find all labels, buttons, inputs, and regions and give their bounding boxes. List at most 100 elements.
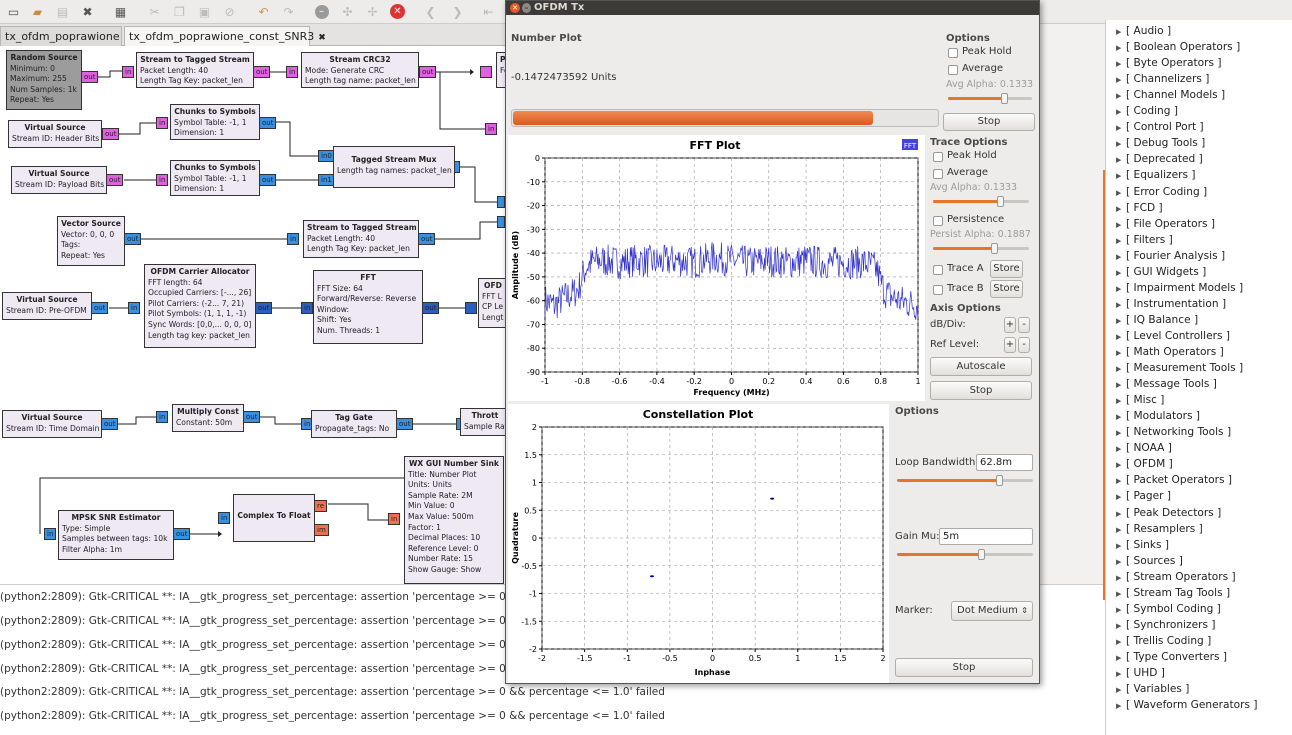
tree-item[interactable]: ▶[ Boolean Operators ] bbox=[1116, 41, 1240, 53]
trace-b-checkbox[interactable] bbox=[933, 285, 943, 295]
tree-item[interactable]: ▶[ Modulators ] bbox=[1116, 410, 1200, 422]
forward-icon[interactable]: ❯ bbox=[449, 3, 466, 20]
mpsk-snr-estimator-block[interactable]: MPSK SNR Estimator Type: Simple Samples … bbox=[58, 510, 174, 560]
expand-arrow-icon[interactable]: ▶ bbox=[1116, 301, 1123, 309]
chunks-to-symbols-block[interactable]: Chunks to Symbols Symbol Table: -1, 1 Di… bbox=[170, 104, 260, 140]
minimize-icon[interactable]: – bbox=[522, 3, 531, 13]
gain-mu-field[interactable]: 5m bbox=[939, 528, 1033, 545]
expand-arrow-icon[interactable]: ▶ bbox=[1116, 574, 1123, 582]
in-port[interactable]: in bbox=[122, 66, 135, 78]
close-icon[interactable]: ✖ bbox=[318, 33, 326, 43]
expand-arrow-icon[interactable]: ▶ bbox=[1116, 221, 1123, 229]
ofdm-cyclic-prefixer-block[interactable]: OFD FFT L CP Le Lengt bbox=[478, 278, 505, 328]
out-port[interactable]: out bbox=[91, 302, 109, 314]
tree-item[interactable]: ▶[ Peak Detectors ] bbox=[1116, 507, 1221, 519]
out-port[interactable]: out bbox=[418, 233, 436, 245]
window-titlebar[interactable]: ✕ – OFDM Tx bbox=[506, 1, 1039, 15]
tab-tx-ofdm-poprawione[interactable]: tx_ofdm_poprawione✖ bbox=[0, 26, 131, 46]
im-port[interactable]: im bbox=[314, 524, 329, 536]
peak-hold-checkbox[interactable] bbox=[933, 152, 943, 162]
tree-item[interactable]: ▶[ Deprecated ] bbox=[1116, 153, 1203, 165]
stream-to-tagged-stream-block[interactable]: Stream to Tagged Stream Packet Length: 4… bbox=[136, 52, 254, 88]
ofdm-carrier-allocator-block[interactable]: OFDM Carrier Allocator FFT length: 64 Oc… bbox=[144, 264, 256, 348]
expand-arrow-icon[interactable]: ▶ bbox=[1116, 381, 1123, 389]
expand-arrow-icon[interactable]: ▶ bbox=[1116, 445, 1123, 453]
tree-item[interactable]: ▶[ Measurement Tools ] bbox=[1116, 362, 1243, 374]
chunks-to-symbols-block[interactable]: Chunks to Symbols Symbol Table: -1, 1 Di… bbox=[170, 160, 260, 196]
out-port[interactable]: out bbox=[259, 117, 277, 129]
tree-item[interactable]: ▶[ Packet Operators ] bbox=[1116, 474, 1232, 486]
ref-level-minus-button[interactable]: - bbox=[1018, 337, 1030, 353]
constellation-stop-button[interactable]: Stop bbox=[895, 658, 1033, 677]
constellation-plot-panel[interactable]: Constellation Plot -2 -1.5 -1 -0.5 0 0.5 1 1.5 2 2… bbox=[508, 404, 889, 683]
back-icon[interactable]: ❮ bbox=[422, 3, 439, 20]
stream-crc32-block[interactable]: Stream CRC32 Mode: Generate CRC Length t… bbox=[301, 52, 419, 88]
out-port[interactable]: out bbox=[253, 66, 271, 78]
out-port[interactable]: out bbox=[396, 418, 414, 430]
expand-arrow-icon[interactable]: ▶ bbox=[1116, 28, 1123, 36]
expand-arrow-icon[interactable]: ▶ bbox=[1116, 590, 1123, 598]
virtual-source-header-block[interactable]: Virtual Source Stream ID: Header Bits bbox=[8, 120, 102, 148]
tree-item[interactable]: ▶[ Fourier Analysis ] bbox=[1116, 250, 1225, 262]
expand-arrow-icon[interactable]: ▶ bbox=[1116, 92, 1123, 100]
tab-tx-ofdm-poprawione-const-snr3[interactable]: tx_ofdm_poprawione_const_SNR3 ✖ bbox=[124, 26, 326, 46]
expand-arrow-icon[interactable]: ▶ bbox=[1116, 140, 1123, 148]
expand-arrow-icon[interactable]: ▶ bbox=[1116, 429, 1123, 437]
tree-item[interactable]: ▶[ FCD ] bbox=[1116, 202, 1163, 214]
tree-item[interactable]: ▶[ Variables ] bbox=[1116, 683, 1189, 695]
in-port[interactable]: in bbox=[156, 411, 169, 423]
stream-to-tagged-stream-block[interactable]: Stream to Tagged Stream Packet Length: 4… bbox=[303, 220, 419, 258]
in-port[interactable]: in bbox=[44, 528, 57, 540]
in-port[interactable] bbox=[497, 196, 505, 208]
fft-plot-panel[interactable]: FFT Plot FFT -1 -0.8 -0.6 -0.4 -0.2 0 0.2 0.4 0.6 0… bbox=[508, 135, 925, 401]
tree-item[interactable]: ▶[ File Operators ] bbox=[1116, 218, 1215, 230]
disable-icon[interactable]: – bbox=[313, 3, 330, 20]
tree-item[interactable]: ▶[ Instrumentation ] bbox=[1116, 298, 1226, 310]
tree-item[interactable]: ▶[ Impairment Models ] bbox=[1116, 282, 1243, 294]
delete-icon[interactable]: ⊘ bbox=[221, 3, 238, 20]
paste-icon[interactable]: ▣ bbox=[196, 3, 213, 20]
in-port[interactable]: in bbox=[485, 123, 498, 135]
generate-icon[interactable]: ⇤ bbox=[480, 3, 497, 20]
tree-item[interactable]: ▶[ Coding ] bbox=[1116, 105, 1178, 117]
vector-source-block[interactable]: Vector Source Vector: 0, 0, 0 Tags: Repe… bbox=[57, 216, 125, 266]
in-port[interactable] bbox=[465, 302, 477, 314]
expand-arrow-icon[interactable]: ▶ bbox=[1116, 365, 1123, 373]
db-div-minus-button[interactable]: - bbox=[1018, 317, 1030, 333]
average-checkbox[interactable] bbox=[933, 169, 943, 179]
virtual-source-payload-block[interactable]: Virtual Source Stream ID: Payload Bits bbox=[11, 166, 107, 194]
out-port[interactable]: out bbox=[101, 418, 119, 430]
tree-item[interactable]: ▶[ Waveform Generators ] bbox=[1116, 699, 1257, 711]
expand-arrow-icon[interactable]: ▶ bbox=[1116, 606, 1123, 614]
expand-arrow-icon[interactable]: ▶ bbox=[1116, 526, 1123, 534]
tree-item[interactable]: ▶[ Error Coding ] bbox=[1116, 186, 1207, 198]
average-checkbox[interactable] bbox=[948, 65, 958, 75]
trace-a-checkbox[interactable] bbox=[933, 265, 943, 275]
expand-arrow-icon[interactable]: ▶ bbox=[1116, 510, 1123, 518]
virtual-source-preofdm-block[interactable]: Virtual Source Stream ID: Pre-OFDM bbox=[2, 292, 92, 320]
expand-arrow-icon[interactable]: ▶ bbox=[1116, 124, 1123, 132]
virtual-source-timedomain-block[interactable]: Virtual Source Stream ID: Time Domain bbox=[2, 410, 102, 438]
stop-button[interactable]: Stop bbox=[943, 113, 1035, 131]
expand-arrow-icon[interactable]: ▶ bbox=[1116, 76, 1123, 84]
tree-item[interactable]: ▶[ NOAA ] bbox=[1116, 442, 1172, 454]
in-port[interactable]: in bbox=[156, 117, 169, 129]
expand-arrow-icon[interactable]: ▶ bbox=[1116, 285, 1123, 293]
tree-item[interactable]: ▶[ Control Port ] bbox=[1116, 121, 1204, 133]
out-port[interactable]: out bbox=[422, 302, 440, 314]
tree-item[interactable]: ▶[ Misc ] bbox=[1116, 394, 1164, 406]
in-port[interactable]: in bbox=[218, 512, 231, 524]
expand-arrow-icon[interactable]: ▶ bbox=[1116, 205, 1123, 213]
close-icon[interactable]: ✖ bbox=[79, 3, 96, 20]
tree-item[interactable]: ▶[ Channel Models ] bbox=[1116, 89, 1225, 101]
out-port[interactable]: out bbox=[259, 174, 277, 186]
tree-item[interactable]: ▶[ Message Tools ] bbox=[1116, 378, 1217, 390]
expand-arrow-icon[interactable]: ▶ bbox=[1116, 654, 1123, 662]
tree-item[interactable]: ▶[ Math Operators ] bbox=[1116, 346, 1224, 358]
fft-block[interactable]: FFT FFT Size: 64 Forward/Reverse: Revers… bbox=[313, 270, 423, 344]
tree-item[interactable]: ▶[ Symbol Coding ] bbox=[1116, 603, 1221, 615]
store-b-button[interactable]: Store bbox=[990, 280, 1023, 298]
expand-arrow-icon[interactable]: ▶ bbox=[1116, 60, 1123, 68]
copy-icon[interactable]: ❐ bbox=[171, 3, 188, 20]
tree-item[interactable]: ▶[ Synchronizers ] bbox=[1116, 619, 1215, 631]
